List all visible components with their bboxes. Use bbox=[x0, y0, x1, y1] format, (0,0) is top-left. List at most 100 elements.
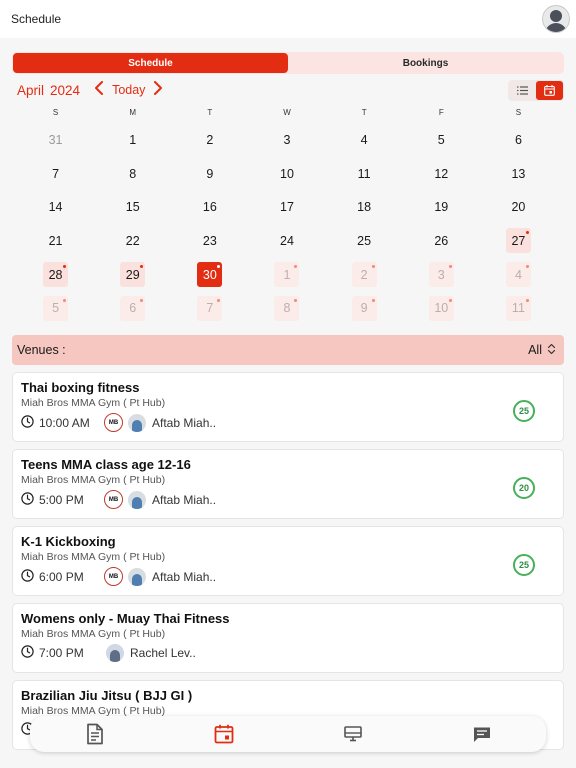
class-card[interactable]: Womens only - Muay Thai Fitness Miah Bros… bbox=[12, 603, 564, 673]
calendar-day[interactable]: 17 bbox=[274, 195, 299, 220]
day-number: 4 bbox=[360, 132, 368, 147]
calendar-day[interactable]: 8 bbox=[274, 295, 300, 321]
calendar-day[interactable]: 20 bbox=[506, 195, 531, 220]
calendar-day[interactable]: 1 bbox=[274, 262, 300, 288]
class-card[interactable]: Teens MMA class age 12-16 Miah Bros MMA G… bbox=[12, 449, 564, 519]
calendar-day[interactable]: 10 bbox=[274, 161, 299, 186]
class-time: 7:00 PM bbox=[39, 646, 84, 660]
calendar-day[interactable]: 3 bbox=[274, 127, 299, 152]
user-avatar-icon[interactable] bbox=[542, 5, 570, 33]
tab-schedule[interactable]: Schedule bbox=[13, 53, 288, 73]
month-label[interactable]: April bbox=[17, 83, 44, 98]
calendar-cell: 23 bbox=[171, 224, 248, 258]
calendar-cell: 9 bbox=[171, 157, 248, 191]
calendar-cell: 27 bbox=[480, 224, 557, 258]
clock-icon bbox=[21, 491, 34, 508]
event-dot-icon bbox=[294, 298, 298, 302]
calendar-day[interactable]: 13 bbox=[506, 161, 531, 186]
capacity-badge: 25 bbox=[513, 400, 535, 422]
calendar-day[interactable]: 12 bbox=[429, 161, 454, 186]
event-dot-icon bbox=[217, 298, 221, 302]
calendar-cell: 22 bbox=[94, 224, 171, 258]
calendar-day[interactable]: 10 bbox=[428, 295, 454, 321]
calendar-view-icon[interactable] bbox=[536, 81, 563, 100]
calendar-cell: 12 bbox=[403, 157, 480, 191]
calendar-day[interactable]: 24 bbox=[274, 228, 299, 253]
chevron-left-icon[interactable] bbox=[94, 81, 104, 99]
weekday-header: SMTWTFS bbox=[17, 108, 557, 117]
nav-chat-icon[interactable] bbox=[462, 719, 502, 749]
nav-monitor-icon[interactable] bbox=[333, 719, 373, 749]
day-number: 28 bbox=[48, 267, 63, 282]
calendar-cell: 1 bbox=[94, 123, 171, 157]
calendar-day[interactable]: 5 bbox=[429, 127, 454, 152]
day-number: 5 bbox=[52, 301, 60, 316]
calendar-day[interactable]: 11 bbox=[505, 295, 531, 321]
calendar-cell: 2 bbox=[171, 123, 248, 157]
chevron-up-down-icon bbox=[547, 343, 556, 358]
calendar-day[interactable]: 4 bbox=[505, 262, 531, 288]
calendar-day[interactable]: 26 bbox=[429, 228, 454, 253]
day-number: 2 bbox=[206, 132, 214, 147]
nav-document-icon[interactable] bbox=[75, 719, 115, 749]
calendar-cell: 7 bbox=[17, 157, 94, 191]
gym-logo-icon: MB bbox=[104, 567, 123, 586]
calendar-day[interactable]: 21 bbox=[43, 228, 68, 253]
calendar-day[interactable]: 19 bbox=[429, 195, 454, 220]
weekday-label: W bbox=[283, 108, 291, 117]
day-number: 14 bbox=[48, 200, 63, 215]
class-card[interactable]: Thai boxing fitness Miah Bros MMA Gym ( P… bbox=[12, 372, 564, 442]
calendar-day[interactable]: 27 bbox=[505, 228, 531, 254]
calendar-day[interactable]: 23 bbox=[197, 228, 222, 253]
calendar-day[interactable]: 2 bbox=[197, 127, 222, 152]
class-time: 5:00 PM bbox=[39, 492, 84, 507]
tab-bookings[interactable]: Bookings bbox=[288, 53, 563, 73]
calendar-day[interactable]: 14 bbox=[43, 195, 68, 220]
calendar-cell: 19 bbox=[403, 190, 480, 224]
chevron-right-icon[interactable] bbox=[153, 81, 163, 99]
calendar-day[interactable]: 22 bbox=[120, 228, 145, 253]
nav-calendar-icon[interactable] bbox=[204, 719, 244, 749]
day-number: 20 bbox=[511, 200, 526, 215]
today-button[interactable]: Today bbox=[112, 83, 145, 97]
calendar-day[interactable]: 11 bbox=[352, 161, 377, 186]
calendar-day[interactable]: 6 bbox=[506, 127, 531, 152]
calendar-day[interactable]: 6 bbox=[120, 295, 146, 321]
day-number: 6 bbox=[514, 132, 522, 147]
day-number: 26 bbox=[434, 233, 449, 248]
schedule-bookings-switch: Schedule Bookings bbox=[12, 52, 564, 74]
year-label[interactable]: 2024 bbox=[50, 83, 80, 98]
event-dot-icon bbox=[525, 265, 529, 269]
calendar-day[interactable]: 9 bbox=[351, 295, 377, 321]
calendar-day[interactable]: 9 bbox=[197, 161, 222, 186]
calendar-day[interactable]: 28 bbox=[43, 262, 69, 288]
calendar-day[interactable]: 3 bbox=[428, 262, 454, 288]
event-dot-icon bbox=[448, 298, 452, 302]
calendar-day[interactable]: 7 bbox=[197, 295, 223, 321]
calendar-day[interactable]: 30 bbox=[197, 262, 223, 288]
calendar-cell: 16 bbox=[171, 190, 248, 224]
calendar-day[interactable]: 1 bbox=[120, 127, 145, 152]
class-card[interactable]: K-1 Kickboxing Miah Bros MMA Gym ( Pt Hub… bbox=[12, 526, 564, 596]
calendar-day[interactable]: 7 bbox=[43, 161, 68, 186]
calendar-grid: 31 1 2 3 4 5 6 7 8 9 10 11 12 13 14 15 16 17 18 19 20 21 22 23 2… bbox=[17, 123, 557, 325]
calendar-day[interactable]: 2 bbox=[351, 262, 377, 288]
venues-filter[interactable]: Venues : All bbox=[12, 335, 564, 365]
calendar-day[interactable]: 16 bbox=[197, 195, 222, 220]
day-number: 7 bbox=[52, 166, 60, 181]
day-number: 11 bbox=[357, 166, 371, 181]
event-dot-icon bbox=[63, 265, 67, 269]
event-dot-icon bbox=[294, 265, 298, 269]
calendar-day[interactable]: 8 bbox=[120, 161, 145, 186]
calendar-day[interactable]: 15 bbox=[120, 195, 145, 220]
calendar-cell: 4 bbox=[480, 258, 557, 292]
class-details: 7:00 PM Rachel Lev.. bbox=[21, 644, 555, 662]
calendar-day[interactable]: 25 bbox=[352, 228, 377, 253]
day-number: 12 bbox=[434, 166, 449, 181]
calendar-day[interactable]: 31 bbox=[43, 127, 68, 152]
calendar-day[interactable]: 5 bbox=[43, 295, 69, 321]
list-view-icon[interactable] bbox=[509, 81, 536, 100]
calendar-day[interactable]: 4 bbox=[352, 127, 377, 152]
calendar-day[interactable]: 29 bbox=[120, 262, 146, 288]
calendar-day[interactable]: 18 bbox=[352, 195, 377, 220]
